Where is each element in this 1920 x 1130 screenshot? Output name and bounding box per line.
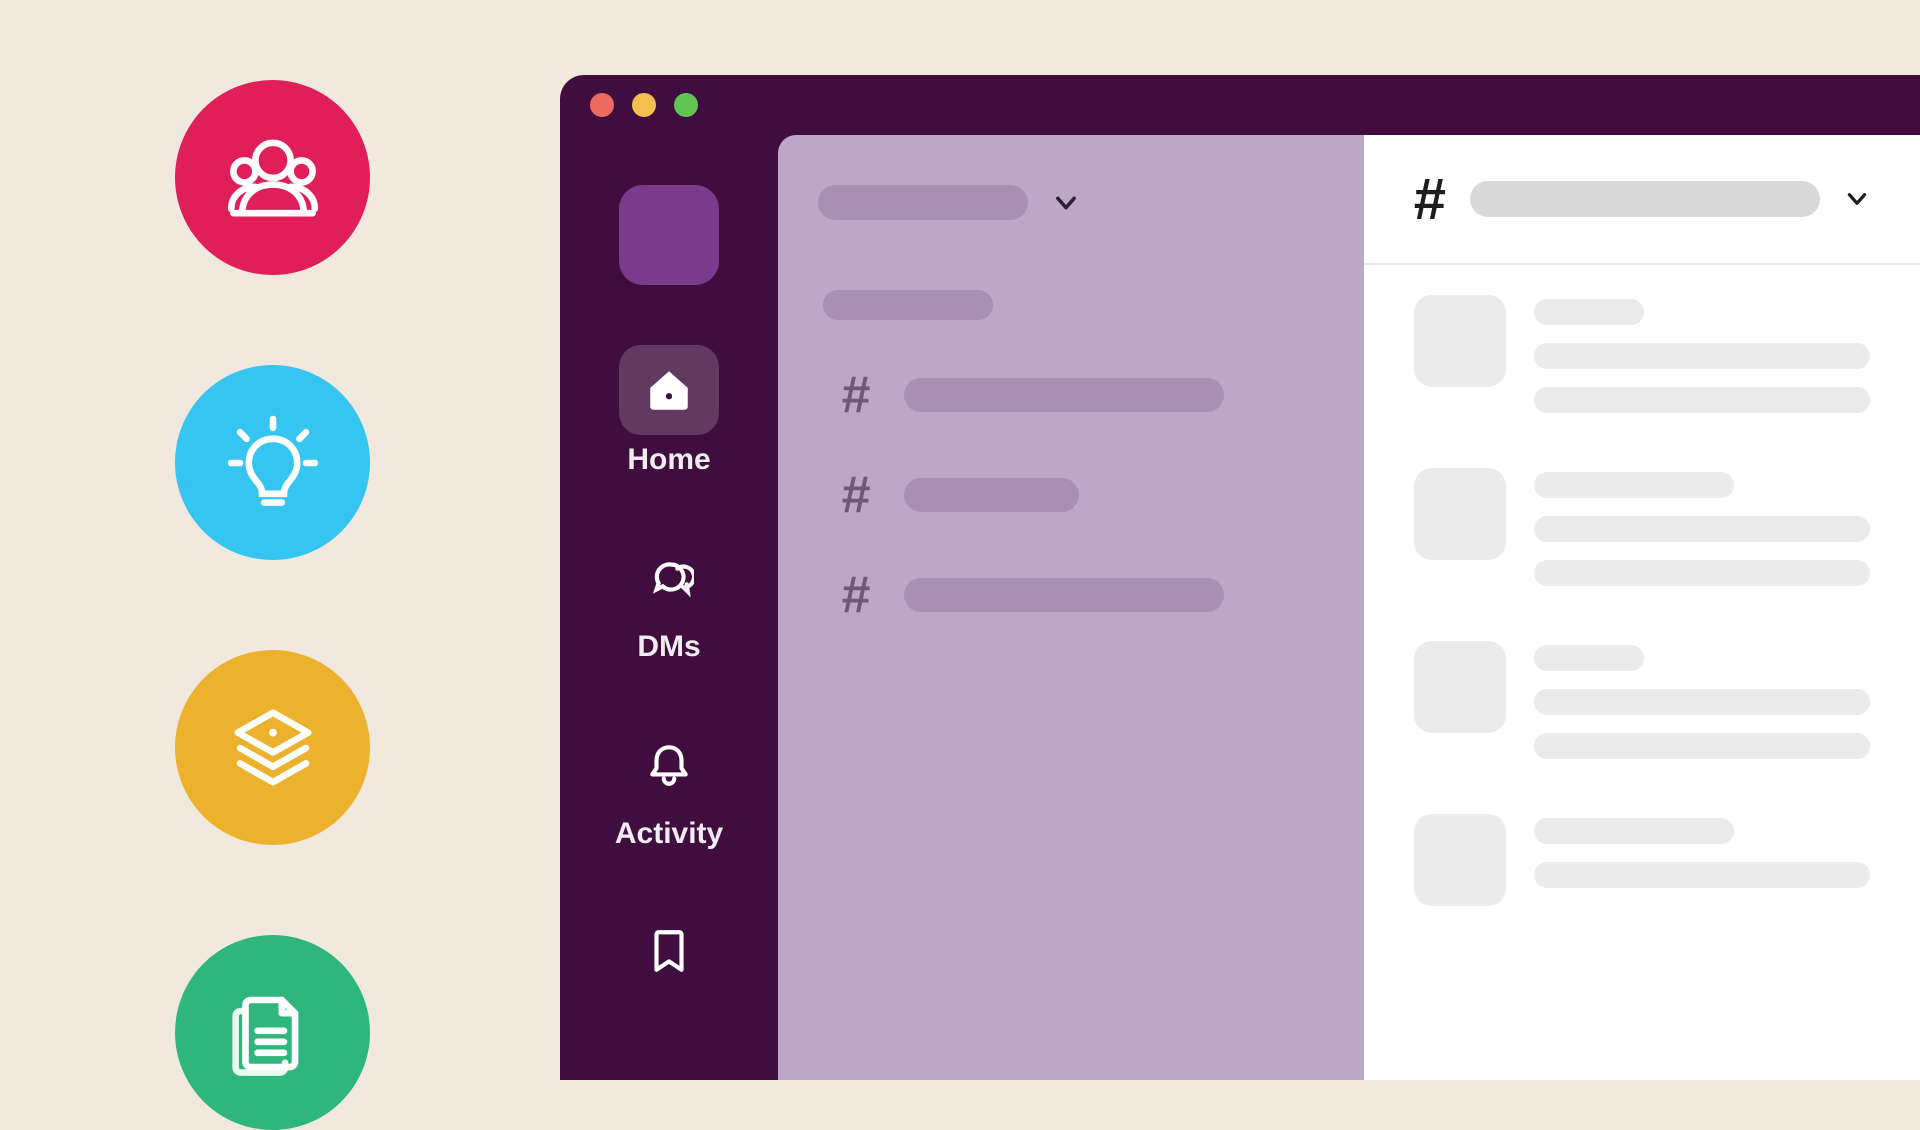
message-list: [1364, 265, 1920, 1080]
window-minimize[interactable]: [632, 93, 656, 117]
author-placeholder: [1534, 472, 1734, 498]
chevron-down-icon: [1844, 186, 1870, 212]
feature-docs: [175, 935, 370, 1130]
workspace-header[interactable]: [818, 185, 1324, 220]
text-placeholder: [1534, 516, 1870, 542]
author-placeholder: [1534, 299, 1644, 325]
bell-icon: [644, 739, 694, 789]
rail-label-dms: DMs: [637, 630, 700, 664]
titlebar: [560, 75, 1920, 135]
channel-item[interactable]: #: [818, 365, 1324, 425]
channel-header[interactable]: #: [1364, 135, 1920, 265]
message-item[interactable]: [1414, 641, 1870, 759]
hash-icon: #: [1414, 166, 1446, 233]
channel-name-placeholder: [904, 378, 1224, 412]
text-placeholder: [1534, 689, 1870, 715]
chevron-down-icon: [1052, 189, 1080, 217]
main-panel: #: [1364, 135, 1920, 1080]
channel-item[interactable]: #: [818, 565, 1324, 625]
people-icon: [218, 123, 328, 233]
message-item[interactable]: [1414, 814, 1870, 906]
feature-people: [175, 80, 370, 275]
workspace-switcher[interactable]: [619, 185, 719, 285]
home-icon: [644, 365, 694, 415]
author-placeholder: [1534, 645, 1644, 671]
channel-title-placeholder: [1470, 181, 1820, 217]
channel-item[interactable]: #: [818, 465, 1324, 525]
message-item[interactable]: [1414, 468, 1870, 586]
text-placeholder: [1534, 387, 1870, 413]
section-label-placeholder: [823, 290, 993, 320]
app-window: Home DMs: [560, 75, 1920, 1080]
rail-label-activity: Activity: [615, 817, 723, 851]
chat-icon: [644, 552, 694, 602]
hash-icon: #: [838, 465, 874, 525]
text-placeholder: [1534, 862, 1870, 888]
message-item[interactable]: [1414, 295, 1870, 413]
workspace-name-placeholder: [818, 185, 1028, 220]
text-placeholder: [1534, 733, 1870, 759]
feature-idea: [175, 365, 370, 560]
hash-icon: #: [838, 365, 874, 425]
text-placeholder: [1534, 560, 1870, 586]
channel-sidebar: # # #: [778, 135, 1364, 1080]
rail-item-later[interactable]: [619, 906, 719, 1004]
feature-icon-column: [175, 80, 370, 1130]
feature-security: [175, 650, 370, 845]
hash-icon: #: [838, 565, 874, 625]
channel-name-placeholder: [904, 478, 1079, 512]
author-placeholder: [1534, 818, 1734, 844]
rail-item-activity[interactable]: Activity: [615, 719, 723, 851]
rail-item-dms[interactable]: DMs: [619, 532, 719, 664]
bookmark-icon: [644, 926, 694, 976]
avatar: [1414, 468, 1506, 560]
lightbulb-icon: [218, 408, 328, 518]
rail-label-home: Home: [627, 443, 710, 477]
documents-icon: [218, 978, 328, 1088]
avatar: [1414, 641, 1506, 733]
window-close[interactable]: [590, 93, 614, 117]
channel-name-placeholder: [904, 578, 1224, 612]
avatar: [1414, 814, 1506, 906]
window-zoom[interactable]: [674, 93, 698, 117]
text-placeholder: [1534, 343, 1870, 369]
rail-item-home[interactable]: Home: [619, 345, 719, 477]
avatar: [1414, 295, 1506, 387]
nav-rail: Home DMs: [560, 135, 778, 1080]
layers-lock-icon: [218, 693, 328, 803]
